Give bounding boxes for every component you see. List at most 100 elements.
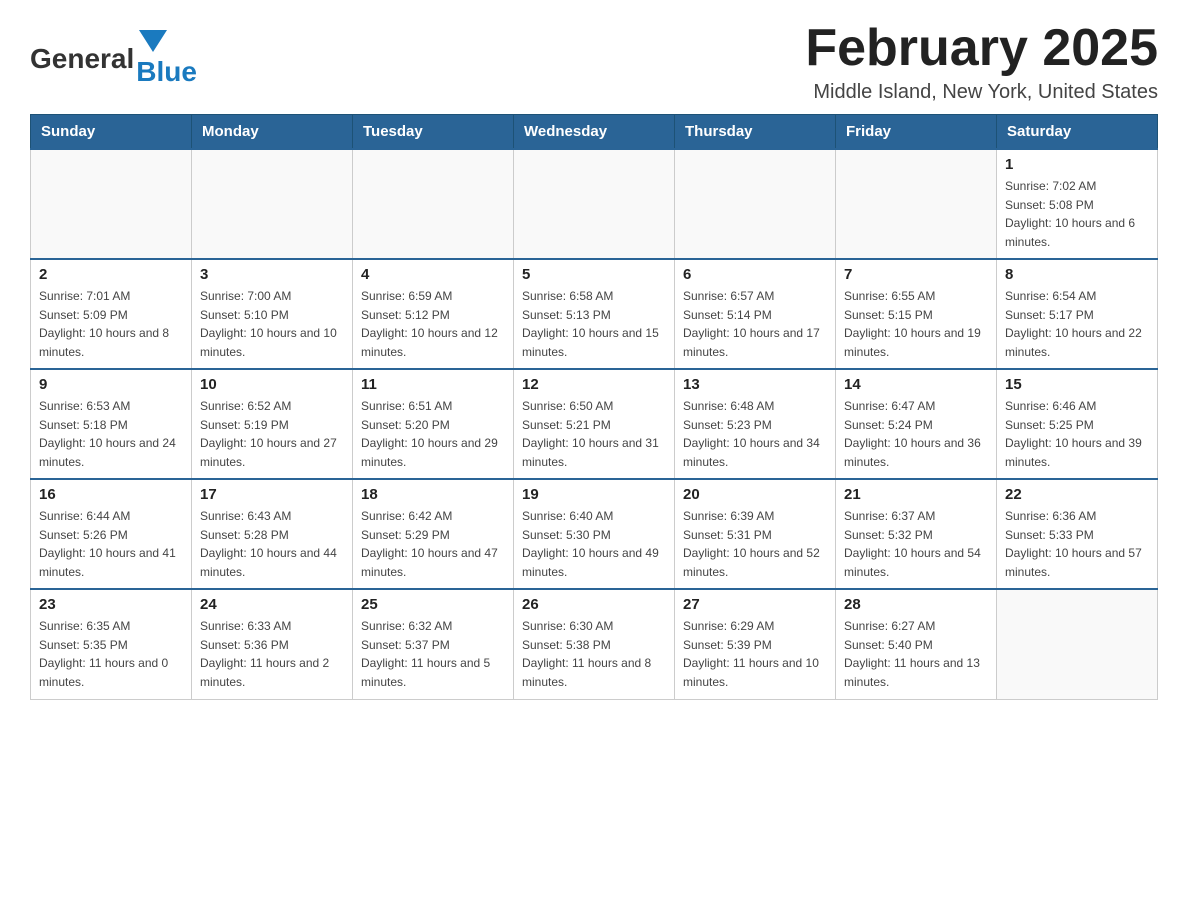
calendar-cell: 27 Sunrise: 6:29 AMSunset: 5:39 PMDayligh… [675,589,836,699]
day-info: Sunrise: 6:37 AMSunset: 5:32 PMDaylight:… [844,507,988,581]
calendar-cell: 12 Sunrise: 6:50 AMSunset: 5:21 PMDayligh… [514,369,675,479]
weekday-header-wednesday: Wednesday [514,115,675,150]
day-number: 17 [200,486,344,503]
calendar-cell: 22 Sunrise: 6:36 AMSunset: 5:33 PMDayligh… [997,479,1158,589]
calendar-cell: 23Sunrise: 6:35 AMSunset: 5:35 PMDayligh… [31,589,192,699]
day-info: Sunrise: 6:29 AMSunset: 5:39 PMDaylight:… [683,617,827,691]
day-info: Sunrise: 6:46 AMSunset: 5:25 PMDaylight:… [1005,397,1149,471]
calendar-cell: 17Sunrise: 6:43 AMSunset: 5:28 PMDayligh… [192,479,353,589]
day-info: Sunrise: 6:27 AMSunset: 5:40 PMDaylight:… [844,617,988,691]
day-number: 16 [39,486,183,503]
day-number: 12 [522,376,666,393]
day-info: Sunrise: 6:32 AMSunset: 5:37 PMDaylight:… [361,617,505,691]
calendar-cell: 2Sunrise: 7:01 AMSunset: 5:09 PMDaylight… [31,259,192,369]
week-row-4: 16Sunrise: 6:44 AMSunset: 5:26 PMDayligh… [31,479,1158,589]
weekday-header-row: SundayMondayTuesdayWednesdayThursdayFrid… [31,115,1158,150]
day-number: 15 [1005,376,1149,393]
calendar-cell [31,149,192,259]
calendar-cell: 16Sunrise: 6:44 AMSunset: 5:26 PMDayligh… [31,479,192,589]
day-number: 23 [39,596,183,613]
day-info: Sunrise: 6:55 AMSunset: 5:15 PMDaylight:… [844,287,988,361]
calendar-cell: 8 Sunrise: 6:54 AMSunset: 5:17 PMDaylight… [997,259,1158,369]
calendar-cell: 14Sunrise: 6:47 AMSunset: 5:24 PMDayligh… [836,369,997,479]
day-number: 4 [361,266,505,283]
title-area: February 2025 Middle Island, New York, U… [805,20,1158,104]
location-subtitle: Middle Island, New York, United States [805,81,1158,104]
day-number: 8 [1005,266,1149,283]
day-info: Sunrise: 6:42 AMSunset: 5:29 PMDaylight:… [361,507,505,581]
week-row-2: 2Sunrise: 7:01 AMSunset: 5:09 PMDaylight… [31,259,1158,369]
calendar-cell [997,589,1158,699]
day-number: 3 [200,266,344,283]
calendar-cell: 1 Sunrise: 7:02 AMSunset: 5:08 PMDaylight… [997,149,1158,259]
calendar-cell [353,149,514,259]
day-info: Sunrise: 6:57 AMSunset: 5:14 PMDaylight:… [683,287,827,361]
calendar-cell: 7 Sunrise: 6:55 AMSunset: 5:15 PMDaylight… [836,259,997,369]
calendar-cell: 26 Sunrise: 6:30 AMSunset: 5:38 PMDayligh… [514,589,675,699]
calendar-cell: 20 Sunrise: 6:39 AMSunset: 5:31 PMDayligh… [675,479,836,589]
day-info: Sunrise: 6:33 AMSunset: 5:36 PMDaylight:… [200,617,344,691]
day-number: 21 [844,486,988,503]
page-header: General Blue February 2025 Middle Island… [30,20,1158,104]
calendar-cell [192,149,353,259]
day-info: Sunrise: 7:00 AMSunset: 5:10 PMDaylight:… [200,287,344,361]
logo: General Blue [30,30,197,88]
day-info: Sunrise: 6:50 AMSunset: 5:21 PMDaylight:… [522,397,666,471]
calendar-cell: 9 Sunrise: 6:53 AMSunset: 5:18 PMDaylight… [31,369,192,479]
logo-text-blue: Blue [136,56,197,88]
calendar-cell: 13 Sunrise: 6:48 AMSunset: 5:23 PMDayligh… [675,369,836,479]
day-number: 28 [844,596,988,613]
month-title: February 2025 [805,20,1158,77]
week-row-1: 1 Sunrise: 7:02 AMSunset: 5:08 PMDaylight… [31,149,1158,259]
day-number: 18 [361,486,505,503]
calendar-cell: 28 Sunrise: 6:27 AMSunset: 5:40 PMDayligh… [836,589,997,699]
calendar-cell: 5 Sunrise: 6:58 AMSunset: 5:13 PMDaylight… [514,259,675,369]
day-number: 6 [683,266,827,283]
day-info: Sunrise: 6:59 AMSunset: 5:12 PMDaylight:… [361,287,505,361]
weekday-header-thursday: Thursday [675,115,836,150]
day-number: 20 [683,486,827,503]
calendar-cell: 24 Sunrise: 6:33 AMSunset: 5:36 PMDayligh… [192,589,353,699]
day-number: 19 [522,486,666,503]
weekday-header-monday: Monday [192,115,353,150]
weekday-header-friday: Friday [836,115,997,150]
calendar-cell [514,149,675,259]
day-info: Sunrise: 6:52 AMSunset: 5:19 PMDaylight:… [200,397,344,471]
calendar-cell: 11Sunrise: 6:51 AMSunset: 5:20 PMDayligh… [353,369,514,479]
day-info: Sunrise: 6:36 AMSunset: 5:33 PMDaylight:… [1005,507,1149,581]
weekday-header-sunday: Sunday [31,115,192,150]
day-number: 26 [522,596,666,613]
day-info: Sunrise: 6:58 AMSunset: 5:13 PMDaylight:… [522,287,666,361]
day-info: Sunrise: 7:02 AMSunset: 5:08 PMDaylight:… [1005,177,1149,251]
calendar-cell: 4 Sunrise: 6:59 AMSunset: 5:12 PMDaylight… [353,259,514,369]
day-number: 27 [683,596,827,613]
day-info: Sunrise: 6:53 AMSunset: 5:18 PMDaylight:… [39,397,183,471]
day-info: Sunrise: 6:48 AMSunset: 5:23 PMDaylight:… [683,397,827,471]
day-info: Sunrise: 7:01 AMSunset: 5:09 PMDaylight:… [39,287,183,361]
day-info: Sunrise: 6:39 AMSunset: 5:31 PMDaylight:… [683,507,827,581]
day-number: 22 [1005,486,1149,503]
day-info: Sunrise: 6:30 AMSunset: 5:38 PMDaylight:… [522,617,666,691]
day-number: 1 [1005,156,1149,173]
calendar-cell [836,149,997,259]
day-info: Sunrise: 6:54 AMSunset: 5:17 PMDaylight:… [1005,287,1149,361]
day-number: 5 [522,266,666,283]
calendar-cell [675,149,836,259]
calendar-table: SundayMondayTuesdayWednesdayThursdayFrid… [30,114,1158,700]
logo-triangle-icon [139,30,167,52]
weekday-header-tuesday: Tuesday [353,115,514,150]
week-row-3: 9 Sunrise: 6:53 AMSunset: 5:18 PMDaylight… [31,369,1158,479]
logo-text-general: General [30,43,134,75]
calendar-cell: 15 Sunrise: 6:46 AMSunset: 5:25 PMDayligh… [997,369,1158,479]
day-number: 7 [844,266,988,283]
day-info: Sunrise: 6:40 AMSunset: 5:30 PMDaylight:… [522,507,666,581]
day-number: 24 [200,596,344,613]
calendar-cell: 3 Sunrise: 7:00 AMSunset: 5:10 PMDaylight… [192,259,353,369]
weekday-header-saturday: Saturday [997,115,1158,150]
calendar-cell: 19 Sunrise: 6:40 AMSunset: 5:30 PMDayligh… [514,479,675,589]
calendar-cell: 25 Sunrise: 6:32 AMSunset: 5:37 PMDayligh… [353,589,514,699]
day-number: 13 [683,376,827,393]
calendar-cell: 18 Sunrise: 6:42 AMSunset: 5:29 PMDayligh… [353,479,514,589]
day-number: 9 [39,376,183,393]
day-number: 25 [361,596,505,613]
